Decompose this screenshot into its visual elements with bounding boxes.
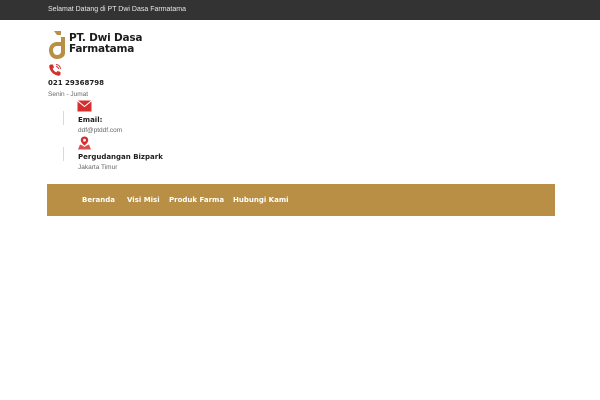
welcome-text: Selamat Datang di PT Dwi Dasa Farmatama bbox=[48, 6, 186, 13]
nav-item-hubungi-kami[interactable]: Hubungi Kami bbox=[233, 195, 289, 205]
phone-hours: Senin - Jumat bbox=[48, 91, 89, 98]
top-bar: Selamat Datang di PT Dwi Dasa Farmatama bbox=[0, 0, 600, 20]
nav-item-beranda[interactable]: Beranda bbox=[82, 195, 115, 205]
envelope-icon bbox=[77, 100, 92, 112]
phone-icon bbox=[49, 64, 61, 76]
dd-logo-mark-icon bbox=[49, 31, 65, 59]
address-label: Pergudangan Bizpark bbox=[78, 153, 163, 161]
logo-text-line2: Farmatama bbox=[69, 42, 135, 55]
map-pin-icon bbox=[78, 136, 91, 150]
phone-number[interactable]: 021 29368798 bbox=[48, 78, 104, 88]
site-logo[interactable]: PT. Dwi Dasa Farmatama bbox=[48, 31, 158, 59]
address-city: Jakarta Timur bbox=[78, 164, 118, 171]
email-label: Email: bbox=[78, 116, 103, 124]
main-navbar: Beranda Visi Misi Produk Farma Hubungi K… bbox=[47, 184, 555, 216]
nav-item-visi-misi[interactable]: Visi Misi bbox=[127, 195, 160, 205]
nav-item-produk-farma[interactable]: Produk Farma bbox=[169, 195, 224, 205]
email-address[interactable]: ddf@ptddf.com bbox=[78, 126, 122, 136]
contact-divider bbox=[63, 111, 64, 125]
contact-divider bbox=[63, 147, 64, 161]
